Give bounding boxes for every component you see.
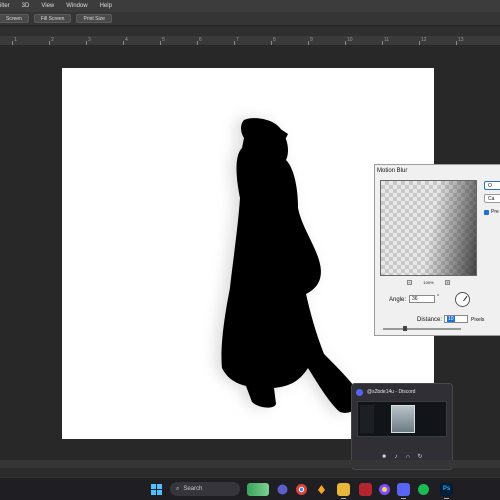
- screen-button[interactable]: Screen: [0, 14, 29, 23]
- ruler-tick: [308, 41, 309, 45]
- angle-label: Angle:: [389, 297, 407, 303]
- motion-blur-dialog: Motion Blur − 100% + Angle: 36 ° Distanc…: [374, 164, 500, 336]
- distance-value: 10: [447, 316, 455, 322]
- ruler-tick: [123, 41, 124, 45]
- widgets-icon[interactable]: [247, 483, 269, 496]
- fill-screen-button[interactable]: Fill Screen: [33, 14, 72, 23]
- ruler-tick: [345, 41, 346, 45]
- ruler-tick: [271, 41, 272, 45]
- menu-bar: ilter 3D View Window Help: [0, 0, 500, 12]
- ok-button[interactable]: O: [484, 181, 500, 190]
- preview-zoom-row: − 100% +: [380, 278, 477, 286]
- options-bar: Screen Fill Screen Print Size: [0, 12, 500, 26]
- menu-filter[interactable]: ilter: [0, 3, 16, 9]
- menu-3d[interactable]: 3D: [16, 3, 36, 9]
- ruler-tick-label: 9: [310, 37, 313, 43]
- angle-needle: [463, 295, 468, 302]
- ruler-tick-label: 12: [421, 37, 427, 43]
- menu-view[interactable]: View: [35, 3, 60, 9]
- angle-dial[interactable]: [455, 292, 470, 307]
- ruler-tick: [234, 41, 235, 45]
- ruler-tick: [49, 41, 50, 45]
- ruler-tick: [160, 41, 161, 45]
- zoom-out-button[interactable]: −: [407, 279, 412, 285]
- pixels-label: Pixels: [471, 317, 485, 323]
- running-indicator: [341, 498, 346, 499]
- menu-help[interactable]: Help: [94, 3, 118, 9]
- zoom-level: 100%: [423, 279, 434, 285]
- checkbox-checked-icon: [484, 209, 489, 215]
- discord-taskbar-icon[interactable]: [397, 483, 410, 496]
- ruler-tick: [456, 41, 457, 45]
- ruler-tick-label: 7: [236, 37, 239, 43]
- ruler-tick-label: 13: [458, 37, 464, 43]
- degree-symbol: °: [437, 294, 439, 300]
- menu-window[interactable]: Window: [60, 3, 93, 9]
- photoshop-icon[interactable]: Ps: [440, 483, 453, 496]
- preview-shade: [416, 181, 476, 275]
- meet-icon[interactable]: [276, 483, 289, 496]
- ruler-tick-label: 3: [88, 37, 91, 43]
- slider-knob[interactable]: [403, 326, 407, 331]
- ruler-tick: [382, 41, 383, 45]
- distance-input[interactable]: 10: [444, 315, 468, 323]
- windows-taskbar: ⌕ Search Ps: [0, 477, 500, 500]
- running-indicator: [444, 498, 449, 499]
- preview-checkbox[interactable]: Pre: [484, 209, 499, 215]
- search-placeholder: Search: [183, 486, 203, 492]
- discord-preview-header: @s2bde14u - Discord: [352, 384, 452, 400]
- document-tab-strip: [0, 27, 500, 36]
- chrome-icon[interactable]: [295, 483, 308, 496]
- ruler-tick-label: 4: [125, 37, 128, 43]
- ruler-tick-label: 11: [384, 37, 390, 43]
- horizontal-ruler: 1 2 3 4 5 6 7 8 9 10 11 12 13: [0, 36, 500, 46]
- start-icon[interactable]: [150, 483, 163, 496]
- discord-preview-title: @s2bde14u - Discord: [367, 389, 416, 395]
- filter-preview[interactable]: [380, 180, 477, 276]
- status-bar: [0, 460, 500, 468]
- ruler-tick: [419, 41, 420, 45]
- discord-thumbnail[interactable]: [357, 401, 447, 437]
- preview-label: Pre: [491, 209, 499, 215]
- zoom-in-button[interactable]: +: [444, 279, 450, 285]
- ruler-tick-label: 6: [199, 37, 202, 43]
- app-red-icon[interactable]: [359, 483, 372, 496]
- ruler-tick-label: 5: [162, 37, 165, 43]
- pin-icon[interactable]: [315, 483, 328, 496]
- distance-slider[interactable]: [383, 326, 461, 331]
- ruler-tick: [12, 41, 13, 45]
- ruler-tick: [86, 41, 87, 45]
- ruler-tick-label: 8: [273, 37, 276, 43]
- angle-input[interactable]: 36: [409, 295, 435, 303]
- taskbar-search[interactable]: ⌕ Search: [170, 482, 240, 496]
- discord-window-preview[interactable]: @s2bde14u - Discord ■ ♪ ∩ ↻: [351, 383, 453, 470]
- thumbnail-window: [391, 405, 415, 433]
- spotify-icon[interactable]: [417, 483, 430, 496]
- distance-label: Distance:: [417, 317, 443, 323]
- file-explorer-icon[interactable]: [337, 483, 350, 496]
- discord-icon: [356, 388, 363, 396]
- ruler-tick-label: 2: [51, 37, 54, 43]
- ruler-tick-label: 1: [14, 37, 17, 43]
- ruler-tick-label: 10: [347, 37, 353, 43]
- print-size-button[interactable]: Print Size: [76, 14, 112, 23]
- running-indicator: [401, 498, 406, 499]
- thumbnail-sidebar: [360, 405, 374, 433]
- cancel-button[interactable]: Ca: [484, 194, 500, 203]
- magnifier-icon: ⌕: [176, 485, 180, 492]
- dialog-title: Motion Blur: [377, 168, 408, 174]
- ruler-tick: [197, 41, 198, 45]
- color-app-icon[interactable]: [378, 483, 391, 496]
